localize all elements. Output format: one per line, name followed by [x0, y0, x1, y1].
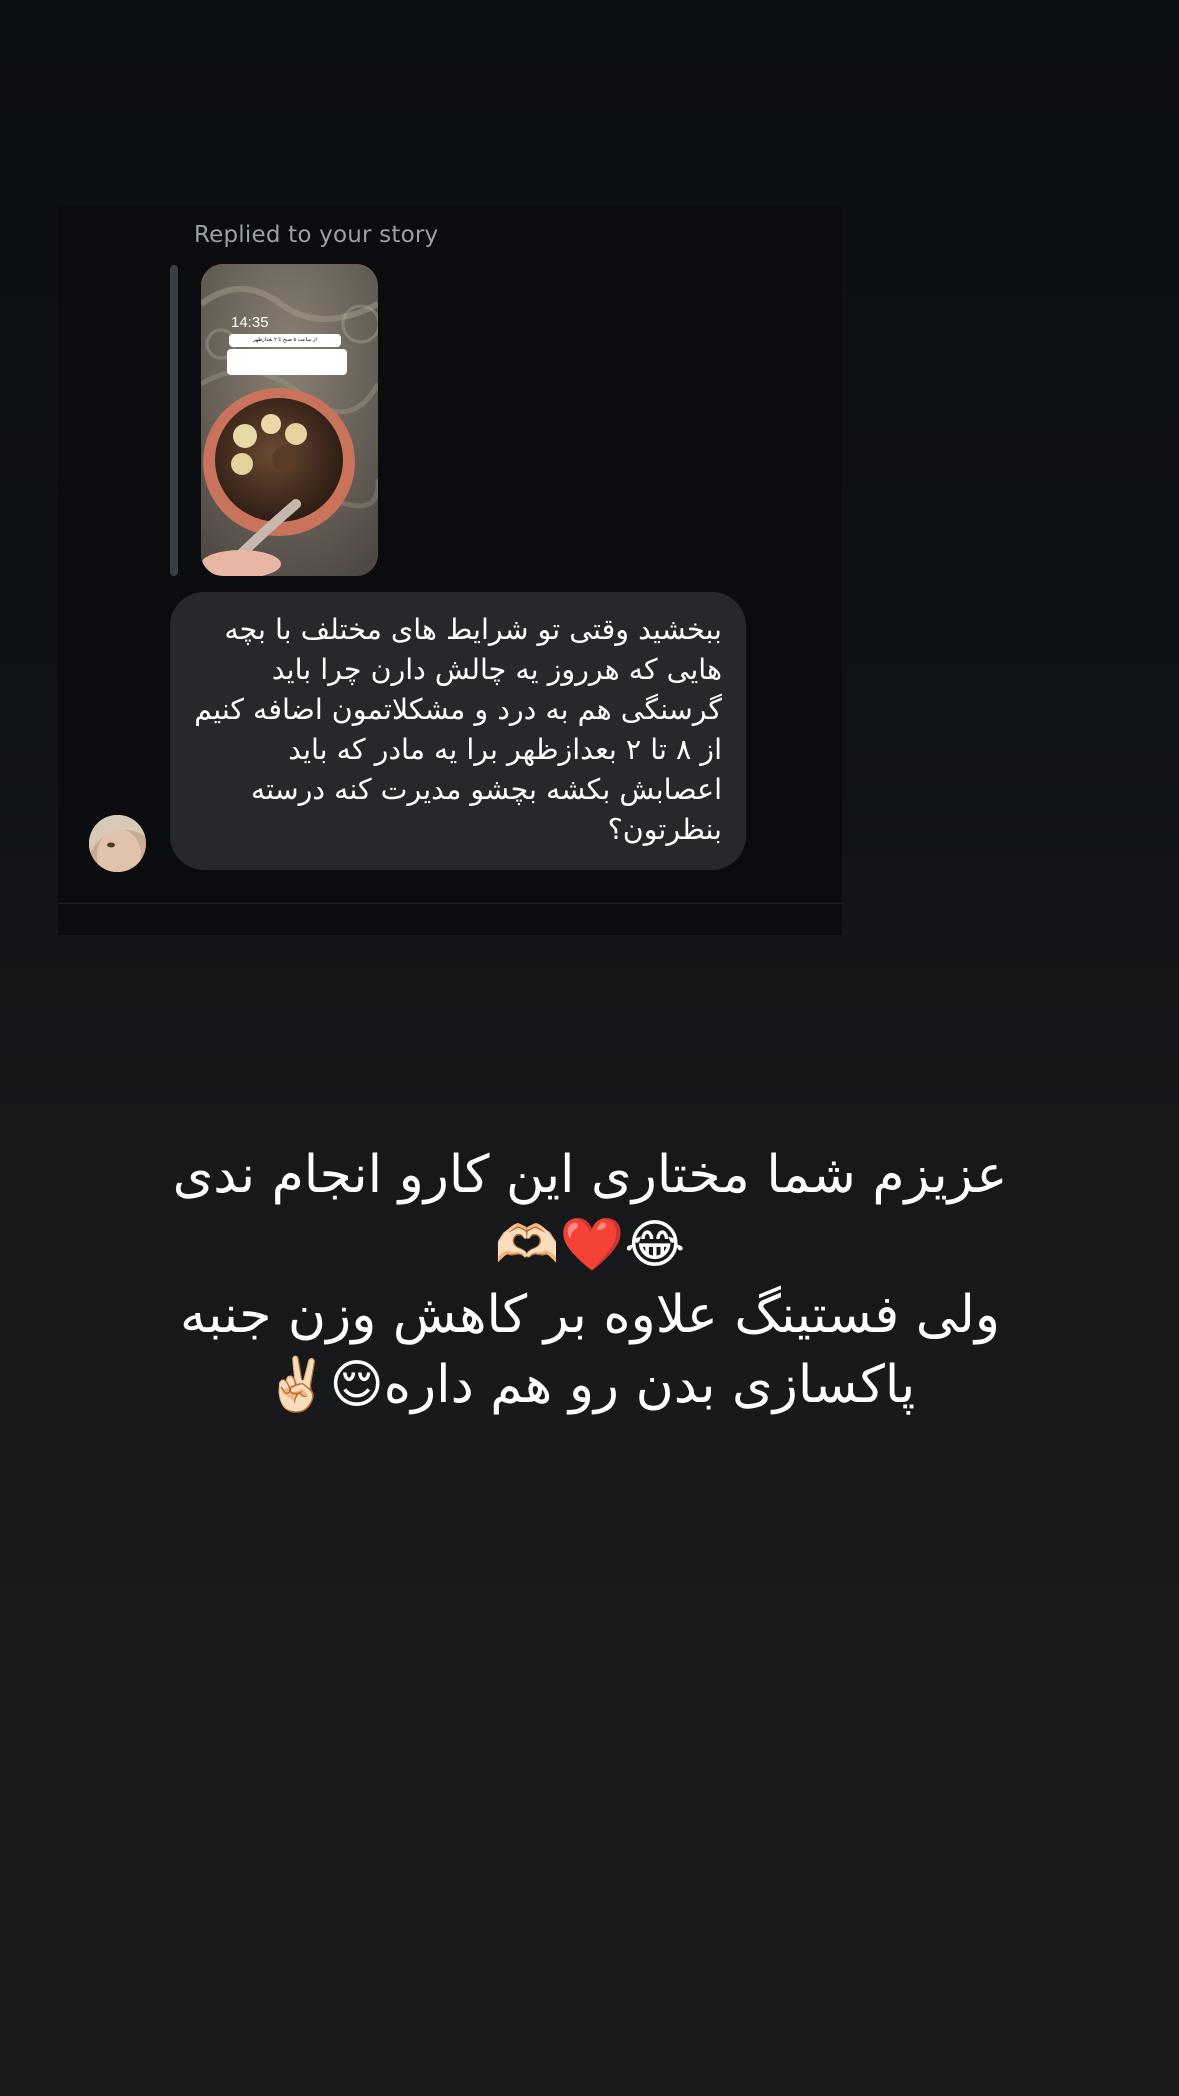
story-thumbnail[interactable]: 14:35 از ساعت ۸ صبح تا ۲ بعدازظهر — [201, 264, 378, 576]
replied-to-story-label: Replied to your story — [194, 222, 439, 248]
message-bubble[interactable]: ببخشید وقتی تو شرایط های مختلف با بچه ها… — [170, 592, 746, 870]
caption-line: ولی فستینگ علاوه بر کاهش وزن جنبه — [179, 1285, 1001, 1345]
story-question-sticker — [227, 349, 347, 375]
story-thumbnail-image — [201, 264, 378, 576]
story-time: 14:35 — [231, 314, 269, 331]
caption-line: 😂❤️🫶🏻 — [494, 1215, 686, 1275]
story-screen: Replied to your story 14:35 از ساعت ۸ صب… — [0, 0, 1179, 2096]
avatar-image — [89, 815, 146, 872]
caption-line: عزیزم شما مختاری این کارو انجام ندی — [172, 1145, 1008, 1205]
avatar[interactable] — [89, 815, 146, 872]
reply-quote-bar — [170, 265, 178, 576]
divider — [58, 903, 842, 904]
story-text-sticker: از ساعت ۸ صبح تا ۲ بعدازظهر — [229, 334, 341, 347]
caption-line: پاکسازی بدن رو هم داره😌✌🏻 — [264, 1355, 916, 1415]
story-caption: عزیزم شما مختاری این کارو انجام ندی 😂❤️🫶… — [100, 1140, 1080, 1420]
